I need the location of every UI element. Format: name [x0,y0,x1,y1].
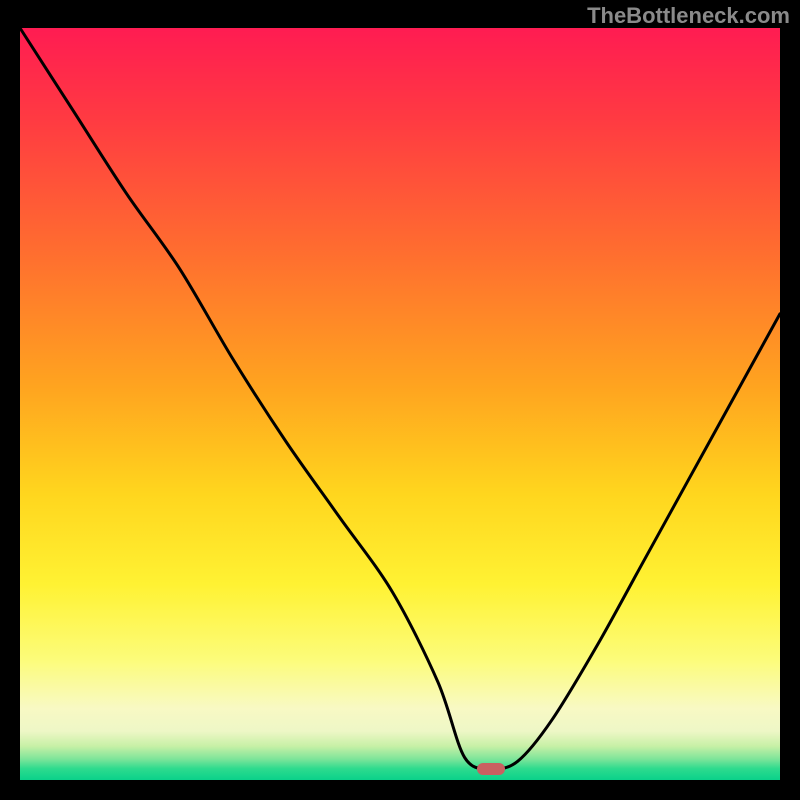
gradient-background [20,28,780,780]
optimal-marker [477,763,505,775]
bottleneck-chart [0,0,800,800]
chart-frame: TheBottleneck.com [0,0,800,800]
